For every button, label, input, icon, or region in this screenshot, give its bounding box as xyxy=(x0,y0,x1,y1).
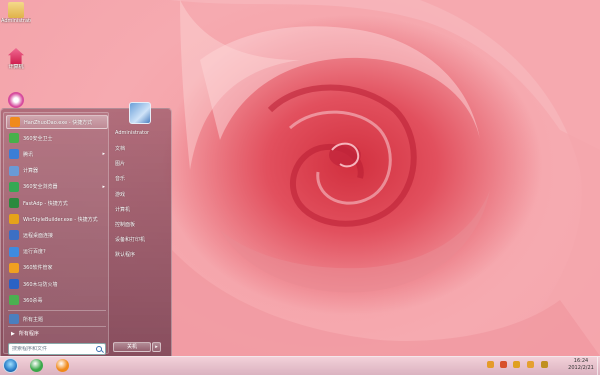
start-program-label: 腾讯 xyxy=(23,151,34,158)
tray-flag-icon[interactable] xyxy=(513,361,520,368)
clock-time: 16:24 xyxy=(573,358,589,364)
desktop-icon-computer[interactable]: 计算机 xyxy=(1,48,31,70)
start-right-item[interactable]: 游戏 xyxy=(115,191,125,198)
shield-icon xyxy=(9,133,19,144)
tray-network-icon[interactable] xyxy=(527,361,534,368)
start-right-item[interactable]: Administrator xyxy=(115,130,149,136)
chevron-right-icon: ▸ xyxy=(155,344,158,350)
fastadp-icon xyxy=(9,198,19,208)
calculator-icon xyxy=(9,165,19,176)
programs-separator xyxy=(8,310,106,311)
qq-icon xyxy=(9,149,19,160)
start-program-label: 计算器 xyxy=(23,168,39,175)
start-program-item[interactable]: FastAdp - 快捷方式 xyxy=(6,196,108,210)
start-right-item[interactable]: 图片 xyxy=(115,160,125,167)
tray-volume-icon[interactable] xyxy=(541,361,548,368)
start-program-label: 远程桌面连接 xyxy=(23,232,54,239)
shutdown-button[interactable]: 关机 xyxy=(113,342,151,352)
submenu-arrow-icon: ▸ xyxy=(102,183,105,190)
start-right-item[interactable]: 默认程序 xyxy=(115,251,135,258)
taskbar xyxy=(0,356,600,375)
start-search-box[interactable] xyxy=(8,343,106,355)
submenu-arrow-icon: ▸ xyxy=(102,151,105,158)
start-program-label: WinStyleBuilder.exe - 快捷方式 xyxy=(23,216,98,223)
start-program-item[interactable]: 360安全浏览器 ▸ xyxy=(6,180,108,194)
clock-date: 2012/2/21 xyxy=(568,365,594,371)
start-right-item[interactable]: 设备和打印机 xyxy=(115,236,145,243)
theme-icon xyxy=(9,314,19,324)
start-program-item[interactable]: 360软件管家 xyxy=(6,261,108,275)
start-program-item[interactable]: HanZhuoDao.exe - 快捷方式 xyxy=(6,115,108,129)
start-right-item[interactable]: 文档 xyxy=(115,145,125,152)
start-program-item[interactable]: 远程桌面连接 xyxy=(6,228,108,242)
start-program-item[interactable]: 360杀毒 xyxy=(6,293,108,307)
tray-app-icon[interactable] xyxy=(487,361,494,368)
shutdown-options-button[interactable]: ▸ xyxy=(152,342,161,352)
start-program-item[interactable]: 运行百度? xyxy=(6,245,108,259)
start-item-all-themes[interactable]: 所有主题 xyxy=(6,312,108,326)
desktop-icon-administrator[interactable]: Administrator xyxy=(1,2,31,24)
start-right-item[interactable]: 计算机 xyxy=(115,206,130,213)
winstyle-icon xyxy=(9,214,19,225)
triangle-right-icon: ▶ xyxy=(11,330,15,337)
search-icon xyxy=(96,346,102,352)
antivirus-icon xyxy=(9,295,19,306)
app-pin-icon[interactable] xyxy=(56,359,69,372)
taskbar-clock[interactable]: 16:24 2012/2/21 xyxy=(565,358,597,372)
start-program-item[interactable]: 计算器 xyxy=(6,164,108,178)
folder-icon xyxy=(8,2,24,18)
start-program-item[interactable]: 腾讯 ▸ xyxy=(6,147,108,161)
start-menu-programs-pane: HanZhuoDao.exe - 快捷方式 360安全卫士 腾讯 ▸ 计算器 360安全浏… xyxy=(3,112,109,355)
start-button[interactable] xyxy=(3,358,18,373)
start-program-item[interactable]: 360安全卫士 xyxy=(6,131,108,145)
start-program-label: 360木马防火墙 xyxy=(23,281,58,288)
start-right-item[interactable]: 音乐 xyxy=(115,175,125,182)
app-icon xyxy=(8,92,24,108)
run-icon xyxy=(9,246,19,257)
start-program-item[interactable]: 360木马防火墙 xyxy=(6,277,108,291)
software-manager-icon xyxy=(9,262,19,273)
start-program-label: 360软件管家 xyxy=(23,265,53,272)
home-icon xyxy=(8,48,24,64)
start-program-label: 360安全卫士 xyxy=(23,135,53,142)
all-programs-separator xyxy=(8,326,106,327)
firewall-icon xyxy=(9,279,19,289)
start-program-label: FastAdp - 快捷方式 xyxy=(23,200,68,207)
browser-pin-icon[interactable] xyxy=(30,359,43,372)
app-orange-icon xyxy=(10,117,20,127)
start-program-item[interactable]: WinStyleBuilder.exe - 快捷方式 xyxy=(6,212,108,226)
start-program-label: 360杀毒 xyxy=(23,297,43,304)
browser-icon xyxy=(9,181,19,192)
start-search-input[interactable] xyxy=(12,346,96,352)
all-programs-button[interactable]: ▶ 所有程序 xyxy=(6,328,108,339)
start-program-label: 360安全浏览器 xyxy=(23,184,58,191)
start-program-label: HanZhuoDao.exe - 快捷方式 xyxy=(24,119,93,126)
desktop-icon-app[interactable] xyxy=(1,92,31,108)
tray-shield-icon[interactable] xyxy=(500,361,507,368)
start-menu: HanZhuoDao.exe - 快捷方式 360安全卫士 腾讯 ▸ 计算器 360安全浏… xyxy=(0,102,172,357)
start-right-item[interactable]: 控制面板 xyxy=(115,221,135,228)
remote-desktop-icon xyxy=(9,230,19,241)
start-program-label: 运行百度? xyxy=(23,249,46,256)
user-avatar[interactable] xyxy=(129,102,151,124)
